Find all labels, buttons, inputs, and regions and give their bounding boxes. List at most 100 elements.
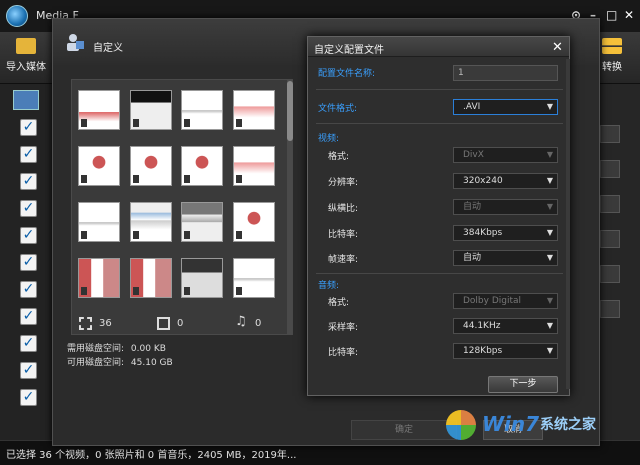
- media-thumbnail[interactable]: [130, 146, 172, 186]
- watermark-brand: Win7: [482, 412, 540, 436]
- audio-bitrate-label: 比特率:: [328, 348, 359, 358]
- profile-scrollbar[interactable]: [566, 59, 570, 389]
- video-section-heading: 视频:: [318, 134, 340, 144]
- item-checkbox[interactable]: ✓: [20, 308, 37, 325]
- media-thumbnail[interactable]: [78, 90, 120, 130]
- film-icon: [184, 287, 190, 295]
- audio-bitrate-value: 128Kbps: [463, 346, 503, 356]
- import-media-icon: [16, 38, 36, 54]
- sample-rate-label: 采样率:: [328, 323, 359, 333]
- disk-required-label: 需用磁盘空间:: [67, 344, 125, 354]
- media-thumbnail[interactable]: [181, 202, 223, 242]
- frame-rate-label: 帧速率:: [328, 255, 359, 265]
- chevron-down-icon: ▼: [546, 102, 553, 111]
- disk-available-value: 45.10 GB: [130, 358, 173, 368]
- item-checkbox[interactable]: ✓: [20, 254, 37, 271]
- convert-label: 转换: [602, 62, 622, 73]
- convert-button[interactable]: 转换: [602, 38, 622, 73]
- media-thumbnail[interactable]: [181, 90, 223, 130]
- chevron-down-icon: ▼: [546, 321, 553, 330]
- close-app-button[interactable]: ✕: [624, 8, 634, 22]
- photo-count: 0: [177, 318, 184, 329]
- row-option[interactable]: [600, 230, 620, 248]
- item-checkbox[interactable]: ✓: [20, 146, 37, 163]
- divider: [316, 89, 563, 90]
- app-logo-icon: [6, 5, 28, 27]
- row-option[interactable]: [600, 125, 620, 143]
- thumbnail-grid: [71, 79, 293, 335]
- list-header-toggle[interactable]: [13, 90, 39, 110]
- import-media-label: 导入媒体: [6, 62, 46, 73]
- audio-section-heading: 音频:: [318, 281, 340, 291]
- film-icon: [236, 119, 242, 127]
- file-format-value: .AVI: [463, 102, 481, 112]
- status-text: 已选择 36 个视频，0 张照片和 0 首音乐，2405 MB，2019年...: [6, 450, 297, 461]
- video-count-icon: [79, 317, 92, 330]
- media-thumbnail[interactable]: [130, 90, 172, 130]
- user-profile-icon: [67, 34, 84, 51]
- item-checkbox[interactable]: ✓: [20, 389, 37, 406]
- item-checkbox[interactable]: ✓: [20, 227, 37, 244]
- film-icon: [184, 175, 190, 183]
- video-codec-select: DivX ▼: [453, 147, 558, 163]
- row-option[interactable]: [600, 265, 620, 283]
- thumbnail-scroll-thumb[interactable]: [287, 81, 293, 141]
- video-count: 36: [99, 318, 112, 329]
- sample-rate-select[interactable]: 44.1KHz ▼: [453, 318, 558, 334]
- row-option[interactable]: [600, 195, 620, 213]
- media-thumbnail[interactable]: [233, 146, 275, 186]
- media-thumbnail[interactable]: [181, 146, 223, 186]
- resolution-select[interactable]: 320x240 ▼: [453, 173, 558, 189]
- row-option[interactable]: [600, 300, 620, 318]
- media-thumbnail[interactable]: [130, 202, 172, 242]
- chevron-down-icon: ▼: [546, 150, 553, 159]
- video-bitrate-select[interactable]: 384Kbps ▼: [453, 225, 558, 241]
- windows-logo-icon: [446, 410, 476, 440]
- custom-dialog-title: 自定义: [93, 43, 123, 54]
- profile-name-input[interactable]: 1: [453, 65, 558, 81]
- video-bitrate-label: 比特率:: [328, 230, 359, 240]
- disk-available-label: 可用磁盘空间:: [67, 358, 125, 368]
- film-icon: [81, 175, 87, 183]
- item-checkbox[interactable]: ✓: [20, 119, 37, 136]
- media-counts: 36 0 ♫ 0: [71, 313, 293, 335]
- video-codec-label: 格式:: [328, 152, 350, 162]
- chevron-down-icon: ▼: [546, 228, 553, 237]
- aspect-ratio-select: 自动 ▼: [453, 199, 558, 215]
- close-dialog-button[interactable]: ✕: [552, 40, 563, 55]
- item-checkbox[interactable]: ✓: [20, 173, 37, 190]
- film-icon: [133, 231, 139, 239]
- media-thumbnail[interactable]: [181, 258, 223, 298]
- chevron-down-icon: ▼: [546, 176, 553, 185]
- media-thumbnail[interactable]: [233, 202, 275, 242]
- film-icon: [236, 175, 242, 183]
- media-thumbnail[interactable]: [130, 258, 172, 298]
- confirm-button[interactable]: 确定: [351, 420, 457, 440]
- item-checkbox[interactable]: ✓: [20, 362, 37, 379]
- media-thumbnail[interactable]: [78, 258, 120, 298]
- row-option[interactable]: [600, 160, 620, 178]
- media-thumbnail[interactable]: [233, 258, 275, 298]
- frame-rate-select[interactable]: 自动 ▼: [453, 250, 558, 266]
- media-thumbnail[interactable]: [233, 90, 275, 130]
- resolution-label: 分辨率:: [328, 178, 359, 188]
- chevron-down-icon: ▼: [546, 202, 553, 211]
- video-bitrate-value: 384Kbps: [463, 228, 503, 238]
- maximize-button[interactable]: □: [606, 8, 617, 22]
- audio-bitrate-select[interactable]: 128Kbps ▼: [453, 343, 558, 359]
- resolution-value: 320x240: [463, 176, 503, 186]
- watermark-sub: 系统之家: [540, 417, 596, 433]
- film-icon: [236, 231, 242, 239]
- next-step-button[interactable]: 下一步: [488, 376, 558, 393]
- item-checkbox[interactable]: ✓: [20, 335, 37, 352]
- media-thumbnail[interactable]: [78, 146, 120, 186]
- film-icon: [236, 287, 242, 295]
- import-media-button[interactable]: 导入媒体: [6, 38, 46, 73]
- media-thumbnail[interactable]: [78, 202, 120, 242]
- photo-count-icon: [157, 317, 170, 330]
- item-checkbox[interactable]: ✓: [20, 200, 37, 217]
- film-icon: [133, 119, 139, 127]
- disk-required-value: 0.00 KB: [130, 344, 166, 354]
- item-checkbox[interactable]: ✓: [20, 281, 37, 298]
- file-format-select[interactable]: .AVI ▼: [453, 99, 558, 115]
